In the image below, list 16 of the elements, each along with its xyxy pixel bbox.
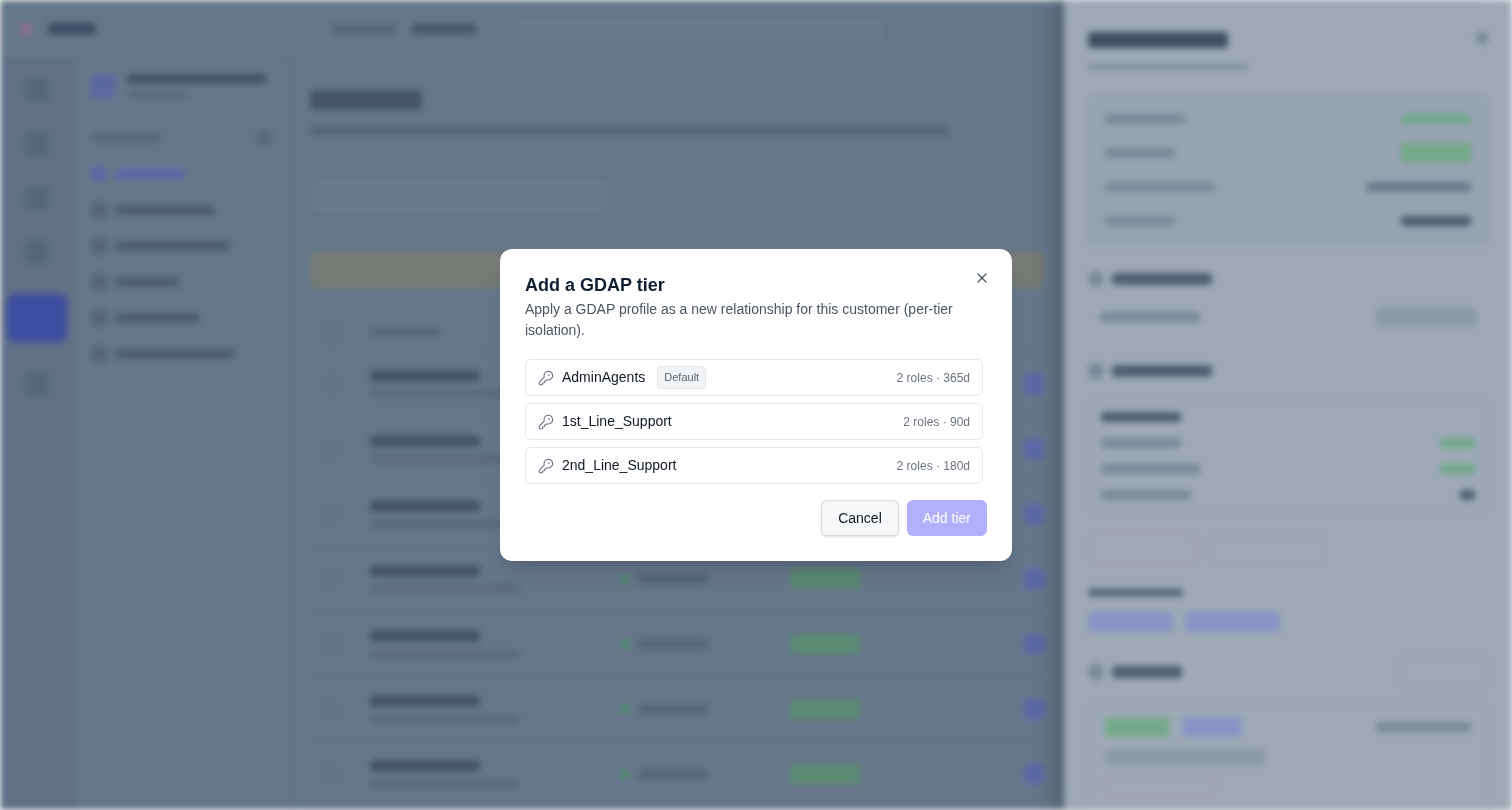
key-icon xyxy=(538,369,554,386)
profile-meta: 2 roles · 180d xyxy=(896,457,970,475)
dialog-title: Add a GDAP tier xyxy=(525,274,665,297)
default-badge: Default xyxy=(657,366,707,389)
profile-meta: 2 roles · 365d xyxy=(896,369,970,387)
profile-name: 2nd_Line_Support xyxy=(562,456,677,475)
cancel-button[interactable]: Cancel xyxy=(821,500,899,536)
dialog-description: Apply a GDAP profile as a new relationship for this customer (per-tier isolation). xyxy=(525,300,954,340)
profile-name: AdminAgents xyxy=(562,368,646,387)
profile-name: 1st_Line_Support xyxy=(562,412,672,431)
profile-option[interactable]: 2nd_Line_Support 2 roles · 180d xyxy=(525,447,983,484)
profile-option[interactable]: AdminAgents Default 2 roles · 365d xyxy=(525,359,983,396)
key-icon xyxy=(538,457,554,474)
profile-meta: 2 roles · 90d xyxy=(903,413,970,431)
profile-option[interactable]: 1st_Line_Support 2 roles · 90d xyxy=(525,403,983,440)
key-icon xyxy=(538,413,554,430)
